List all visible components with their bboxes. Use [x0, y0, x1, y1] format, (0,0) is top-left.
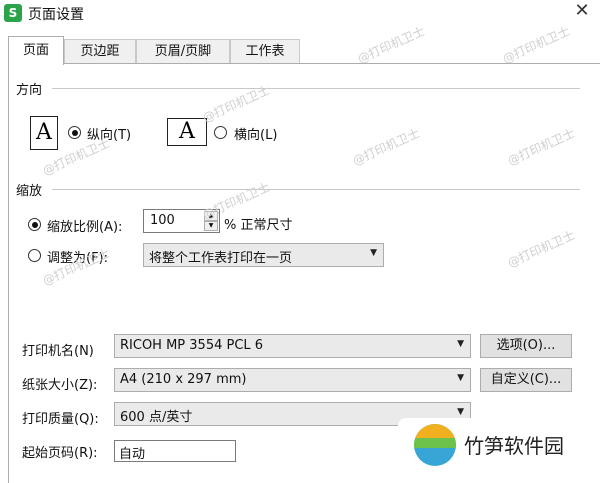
paper-size-chevron-down-icon: ▼ — [457, 373, 464, 383]
fit-radio[interactable] — [28, 249, 41, 262]
orientation-divider — [52, 88, 580, 89]
printer-select-value: RICOH MP 3554 PCL 6 — [120, 338, 264, 353]
print-quality-chevron-down-icon: ▼ — [457, 407, 464, 417]
landscape-label[interactable]: 横向(L) — [234, 124, 277, 143]
scale-suffix: % 正常尺寸 — [224, 218, 293, 233]
paper-size-value: A4 (210 x 297 mm) — [120, 372, 247, 387]
printer-options-button[interactable]: 选项(O)... — [480, 334, 572, 358]
brand-logo-icon — [414, 424, 456, 466]
watermark: @打印机卫士 — [500, 23, 572, 66]
scaling-group-label: 缩放 — [16, 184, 43, 199]
printer-select-chevron-down-icon: ▼ — [457, 339, 464, 349]
landscape-page-icon: A — [167, 118, 207, 146]
scale-value: 100 — [150, 213, 175, 228]
printer-select[interactable]: RICOH MP 3554 PCL 6 ▼ — [114, 334, 471, 358]
scaling-divider — [52, 189, 580, 190]
tab-page[interactable]: 页面 — [8, 36, 64, 65]
watermark: @打印机卫士 — [355, 23, 427, 66]
orientation-group-label: 方向 — [16, 83, 43, 98]
portrait-page-icon: A — [30, 116, 58, 150]
brand-badge: 竹笋软件园 — [398, 418, 600, 471]
custom-paper-button[interactable]: 自定义(C)... — [480, 368, 572, 392]
first-page-value: 自动 — [119, 447, 146, 462]
title-bar: S 页面设置 ✕ — [0, 0, 600, 28]
printer-label: 打印机名(N) — [22, 344, 94, 359]
paper-size-select[interactable]: A4 (210 x 297 mm) ▼ — [114, 368, 471, 392]
print-quality-label: 打印质量(Q): — [22, 412, 99, 427]
brand-name: 竹笋软件园 — [464, 434, 564, 458]
fit-select[interactable]: 将整个工作表打印在一页 ▼ — [143, 243, 384, 267]
print-quality-value: 600 点/英寸 — [120, 410, 193, 425]
fit-select-chevron-down-icon: ▼ — [370, 248, 377, 258]
scale-radio[interactable] — [28, 218, 41, 231]
close-button[interactable]: ✕ — [570, 0, 594, 24]
tab-margins[interactable]: 页边距 — [64, 39, 136, 64]
first-page-label: 起始页码(R): — [22, 446, 98, 461]
landscape-page-letter: A — [179, 119, 195, 144]
fit-select-value: 将整个工作表打印在一页 — [149, 251, 293, 266]
portrait-page-letter: A — [36, 120, 52, 145]
paper-size-label: 纸张大小(Z): — [22, 378, 98, 393]
dialog-title: 页面设置 — [28, 7, 84, 23]
tab-worksheet[interactable]: 工作表 — [230, 39, 300, 64]
scale-label[interactable]: 缩放比例(A): — [47, 216, 122, 235]
app-icon: S — [4, 4, 22, 22]
tab-header-footer[interactable]: 页眉/页脚 — [136, 39, 230, 64]
landscape-radio[interactable] — [214, 126, 227, 139]
portrait-radio[interactable] — [68, 126, 81, 139]
first-page-input[interactable]: 自动 — [114, 440, 236, 462]
